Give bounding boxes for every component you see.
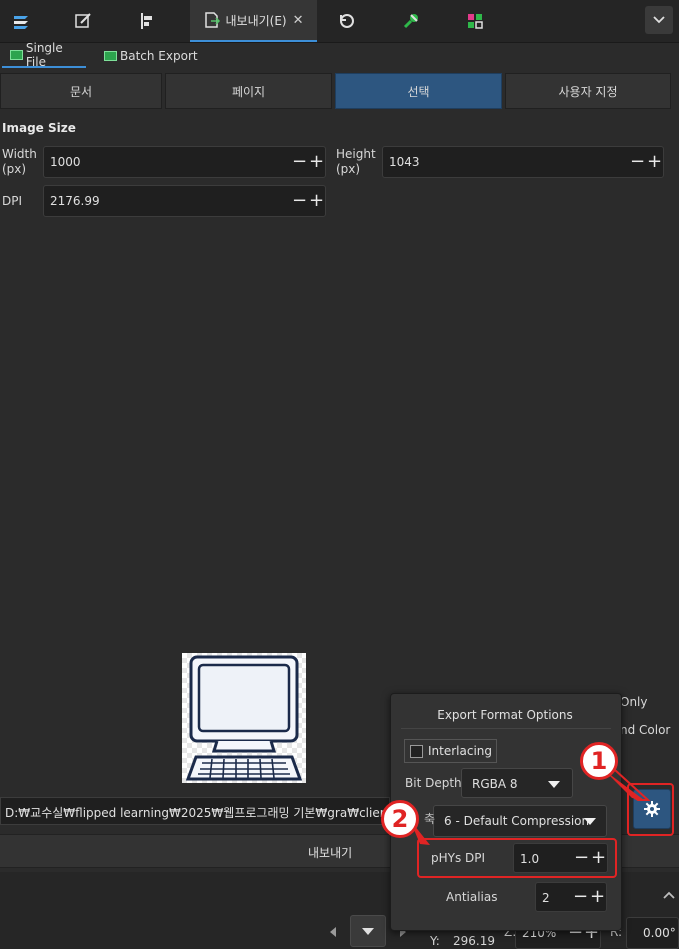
history-icon xyxy=(340,14,354,28)
dropdown-button[interactable] xyxy=(350,915,386,947)
tab-edit[interactable] xyxy=(62,0,104,42)
tab-single-file-label: Single File xyxy=(25,41,63,69)
dpi-field[interactable]: 2176.99 − + xyxy=(43,185,326,217)
tab-layers[interactable] xyxy=(0,0,42,42)
export-button-label: 내보내기 xyxy=(308,846,353,860)
top-tab-bar: 내보내기(E) ✕ xyxy=(0,0,679,43)
tools-icon xyxy=(403,14,418,29)
tab-tools[interactable] xyxy=(390,0,432,42)
computer-icon xyxy=(185,655,303,781)
export-path-value: D:₩교수실₩flipped learning₩2025₩웹프로그래밍 기본₩g… xyxy=(5,806,385,820)
plus-icon[interactable]: + xyxy=(309,153,324,171)
checkbox-box xyxy=(410,744,423,758)
layers-icon xyxy=(14,16,28,29)
minus-icon[interactable]: − xyxy=(292,192,307,210)
interlacing-checkbox[interactable]: Interlacing xyxy=(404,739,498,763)
height-value: 1043 xyxy=(389,155,420,169)
width-label: Width (px) xyxy=(2,147,37,176)
antialias-label: Antialias xyxy=(446,890,498,904)
rotation-field[interactable]: 0.00° xyxy=(626,917,679,949)
image-icon xyxy=(10,50,23,60)
export-file-icon xyxy=(205,12,221,28)
chevron-up-icon[interactable] xyxy=(662,890,676,900)
scope-custom-button[interactable]: 사용자 지정 xyxy=(505,73,671,109)
rotation-value: 0.00° xyxy=(643,926,676,940)
close-icon[interactable]: ✕ xyxy=(293,13,304,28)
tab-single-file[interactable]: Single File xyxy=(2,41,86,69)
tab-history[interactable] xyxy=(326,0,368,42)
tabs-overflow-button[interactable] xyxy=(645,6,673,34)
height-label: Height (px) xyxy=(336,147,376,176)
plus-icon[interactable]: + xyxy=(647,153,662,171)
plus-icon[interactable]: + xyxy=(309,192,324,210)
interlacing-label: Interlacing xyxy=(428,744,493,758)
dpi-value: 2176.99 xyxy=(50,194,100,208)
bit-depth-select[interactable]: RGBA 8 xyxy=(461,768,573,798)
divider xyxy=(401,728,611,729)
tab-align[interactable] xyxy=(126,0,168,42)
export-path-field[interactable]: D:₩교수실₩flipped learning₩2025₩웹프로그래밍 기본₩g… xyxy=(0,797,390,825)
prev-arrow-icon[interactable] xyxy=(330,927,336,937)
height-field[interactable]: 1043 − + xyxy=(382,146,664,178)
minus-icon[interactable]: − xyxy=(292,153,307,171)
tab-batch-export[interactable]: Batch Export xyxy=(104,44,198,68)
bit-depth-value: RGBA 8 xyxy=(472,777,518,791)
export-preview xyxy=(182,653,306,783)
tab-colors[interactable] xyxy=(454,0,496,42)
dropdown-arrow-icon xyxy=(362,928,374,935)
scope-selection-button[interactable]: 선택 xyxy=(335,73,502,109)
tab-export[interactable]: 내보내기(E) ✕ xyxy=(190,0,317,42)
scope-page-button[interactable]: 페이지 xyxy=(165,73,332,109)
plus-icon[interactable]: + xyxy=(590,888,605,906)
only-checkbox-label[interactable]: Only xyxy=(620,695,648,710)
dpi-label: DPI xyxy=(2,194,23,208)
align-icon xyxy=(141,13,152,29)
antialias-field[interactable]: 2 − + xyxy=(535,882,607,912)
callout-2-badge: 2 xyxy=(381,800,419,838)
antialias-value: 2 xyxy=(542,891,550,905)
popup-title: Export Format Options xyxy=(437,708,573,722)
minus-icon[interactable]: − xyxy=(630,153,645,171)
bit-depth-label: Bit Depth xyxy=(405,776,462,790)
color-grid-icon xyxy=(468,14,483,29)
tab-batch-export-label: Batch Export xyxy=(120,49,198,63)
tab-export-label: 내보내기(E) xyxy=(225,13,287,28)
edit-icon xyxy=(75,13,91,28)
image-size-title: Image Size xyxy=(2,121,76,135)
dropdown-arrow-icon xyxy=(548,781,560,788)
minus-icon[interactable]: − xyxy=(573,888,588,906)
batch-image-icon xyxy=(104,51,117,61)
background-color-label[interactable]: nd Color xyxy=(620,723,670,738)
y-coord-label: Y: xyxy=(430,934,440,948)
callout-arrows xyxy=(604,769,651,801)
callout-1-badge: 1 xyxy=(580,742,618,780)
chevron-down-icon xyxy=(653,16,665,24)
y-coord-value: 296.19 xyxy=(453,934,495,948)
scope-document-button[interactable]: 문서 xyxy=(0,73,162,109)
width-field[interactable]: 1000 − + xyxy=(43,146,326,178)
width-value: 1000 xyxy=(50,155,81,169)
